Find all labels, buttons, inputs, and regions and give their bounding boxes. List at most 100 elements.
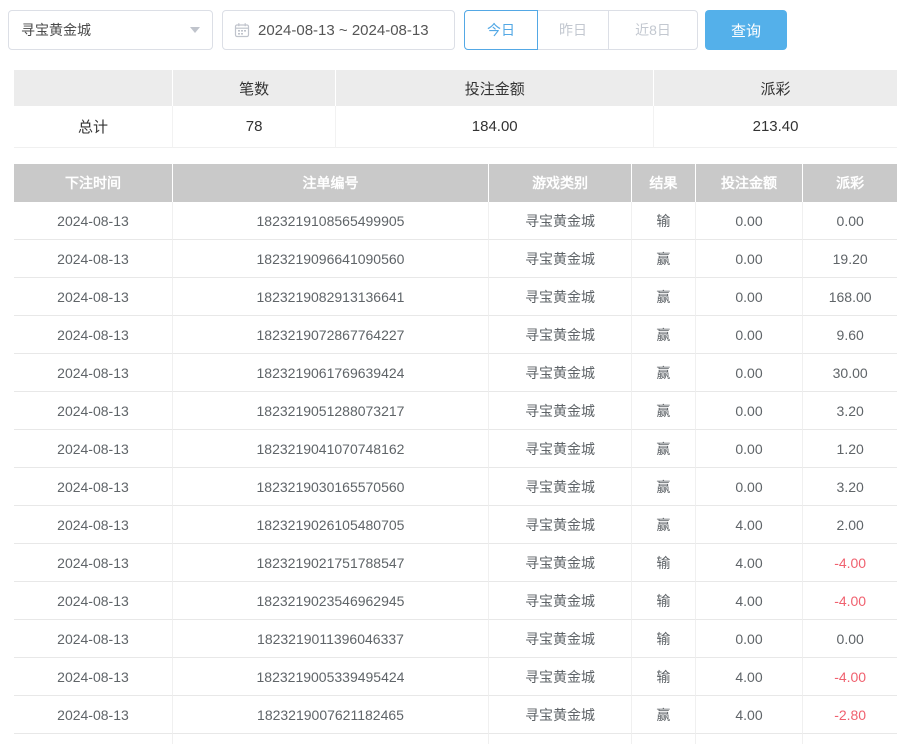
cell-game: 寻宝黄金城 — [489, 658, 632, 696]
cell-payout: 0.00 — [803, 620, 897, 658]
cell-date: 2024-08-13 — [14, 696, 173, 734]
cell-bet-id: 1823219108565499905 — [173, 202, 489, 240]
cell-bet-id: 1823219041070748162 — [173, 430, 489, 468]
cell-result: 赢 — [632, 468, 696, 506]
cell-result: 赢 — [632, 354, 696, 392]
summary-header-cell: 笔数 — [173, 70, 336, 106]
date-range-input[interactable]: 2024-08-13 ~ 2024-08-13 — [222, 10, 455, 50]
cell-game: 寻宝黄金城 — [489, 582, 632, 620]
caret-down-icon — [190, 27, 200, 33]
cell-bet-id: 1823219061769639424 — [173, 354, 489, 392]
quick-filter-last-8-days[interactable]: 近8日 — [608, 10, 698, 50]
cell-date: 2024-08-13 — [14, 582, 173, 620]
cell-bet-id: 1823219082913136641 — [173, 278, 489, 316]
table-row: 2024-08-131823219072867764227寻宝黄金城赢0.009… — [14, 316, 897, 354]
table-row: 2024-08-131823219026105480705寻宝黄金城赢4.002… — [14, 506, 897, 544]
table-row: 2024-08-131823219007621182465寻宝黄金城赢4.00-… — [14, 696, 897, 734]
cell-game: 寻宝黄金城 — [489, 278, 632, 316]
cell-payout: 9.60 — [803, 316, 897, 354]
cell-game: 寻宝黄金城 — [489, 696, 632, 734]
game-select-value: 寻宝黄金城 — [21, 20, 91, 40]
cell-bet-amount: 0.00 — [696, 620, 804, 658]
table-row-partial — [14, 734, 897, 744]
cell-date: 2024-08-13 — [14, 620, 173, 658]
cell-bet-amount: 4.00 — [696, 696, 804, 734]
cell-result: 赢 — [632, 392, 696, 430]
cell-game: 寻宝黄金城 — [489, 316, 632, 354]
cell-bet-amount: 0.00 — [696, 240, 804, 278]
table-row: 2024-08-131823219108565499905寻宝黄金城输0.000… — [14, 202, 897, 240]
summary-table: 笔数投注金额派彩 总计78184.00213.40 — [14, 70, 897, 148]
cell-payout: -2.80 — [803, 696, 897, 734]
cell-bet-amount: 0.00 — [696, 392, 804, 430]
game-select[interactable]: 寻宝黄金城 — [8, 10, 213, 50]
cell-bet-amount: 4.00 — [696, 658, 804, 696]
table-row: 2024-08-131823219021751788547寻宝黄金城输4.00-… — [14, 544, 897, 582]
cell-result: 赢 — [632, 430, 696, 468]
detail-header-row: 下注时间注单编号游戏类别结果投注金额派彩 — [14, 164, 897, 202]
cell-bet-id: 1823219096641090560 — [173, 240, 489, 278]
cell-bet-id: 1823219051288073217 — [173, 392, 489, 430]
cell-payout: 30.00 — [803, 354, 897, 392]
detail-table-body: 2024-08-131823219108565499905寻宝黄金城输0.000… — [14, 202, 897, 744]
summary-total-label: 总计 — [14, 106, 173, 148]
detail-header-cell: 下注时间 — [14, 164, 173, 202]
cell-game: 寻宝黄金城 — [489, 468, 632, 506]
cell-bet-id: 1823219026105480705 — [173, 506, 489, 544]
cell-bet-amount: 4.00 — [696, 506, 804, 544]
detail-header-cell: 注单编号 — [173, 164, 489, 202]
cell-game: 寻宝黄金城 — [489, 544, 632, 582]
cell-payout: 1.20 — [803, 430, 897, 468]
summary-total-value: 78 — [173, 106, 336, 148]
cell-bet-id: 1823219005339495424 — [173, 658, 489, 696]
cell-empty — [173, 734, 489, 744]
query-button[interactable]: 查询 — [705, 10, 787, 50]
date-range-value: 2024-08-13 ~ 2024-08-13 — [258, 22, 429, 39]
cell-payout: -4.00 — [803, 544, 897, 582]
cell-result: 输 — [632, 620, 696, 658]
cell-result: 赢 — [632, 240, 696, 278]
table-row: 2024-08-131823219061769639424寻宝黄金城赢0.003… — [14, 354, 897, 392]
cell-game: 寻宝黄金城 — [489, 392, 632, 430]
summary-header-cell — [14, 70, 173, 106]
cell-result: 输 — [632, 544, 696, 582]
cell-result: 赢 — [632, 316, 696, 354]
cell-game: 寻宝黄金城 — [489, 202, 632, 240]
cell-date: 2024-08-13 — [14, 240, 173, 278]
cell-date: 2024-08-13 — [14, 316, 173, 354]
cell-payout: 19.20 — [803, 240, 897, 278]
cell-payout: -4.00 — [803, 582, 897, 620]
cell-bet-amount: 4.00 — [696, 582, 804, 620]
cell-bet-id: 1823219030165570560 — [173, 468, 489, 506]
table-row: 2024-08-131823219030165570560寻宝黄金城赢0.003… — [14, 468, 897, 506]
summary-total-value: 184.00 — [336, 106, 654, 148]
cell-bet-id: 1823219072867764227 — [173, 316, 489, 354]
cell-result: 输 — [632, 658, 696, 696]
cell-bet-amount: 0.00 — [696, 278, 804, 316]
summary-header-cell: 投注金额 — [336, 70, 654, 106]
cell-result: 赢 — [632, 696, 696, 734]
cell-bet-amount: 4.00 — [696, 544, 804, 582]
cell-game: 寻宝黄金城 — [489, 430, 632, 468]
cell-result: 输 — [632, 582, 696, 620]
table-row: 2024-08-131823219011396046337寻宝黄金城输0.000… — [14, 620, 897, 658]
cell-date: 2024-08-13 — [14, 506, 173, 544]
cell-bet-id: 1823219023546962945 — [173, 582, 489, 620]
cell-date: 2024-08-13 — [14, 202, 173, 240]
cell-result: 输 — [632, 202, 696, 240]
cell-date: 2024-08-13 — [14, 468, 173, 506]
summary-header-cell: 派彩 — [654, 70, 897, 106]
cell-empty — [696, 734, 804, 744]
cell-bet-amount: 0.00 — [696, 316, 804, 354]
detail-header-cell: 游戏类别 — [489, 164, 632, 202]
summary-header-row: 笔数投注金额派彩 — [14, 70, 897, 106]
cell-payout: 3.20 — [803, 392, 897, 430]
quick-filter-yesterday[interactable]: 昨日 — [537, 10, 609, 50]
cell-game: 寻宝黄金城 — [489, 620, 632, 658]
detail-table: 下注时间注单编号游戏类别结果投注金额派彩 2024-08-13182321910… — [14, 164, 897, 744]
quick-filter-today[interactable]: 今日 — [464, 10, 538, 50]
cell-bet-id: 1823219007621182465 — [173, 696, 489, 734]
cell-bet-amount: 0.00 — [696, 468, 804, 506]
cell-result: 赢 — [632, 506, 696, 544]
cell-payout: 0.00 — [803, 202, 897, 240]
